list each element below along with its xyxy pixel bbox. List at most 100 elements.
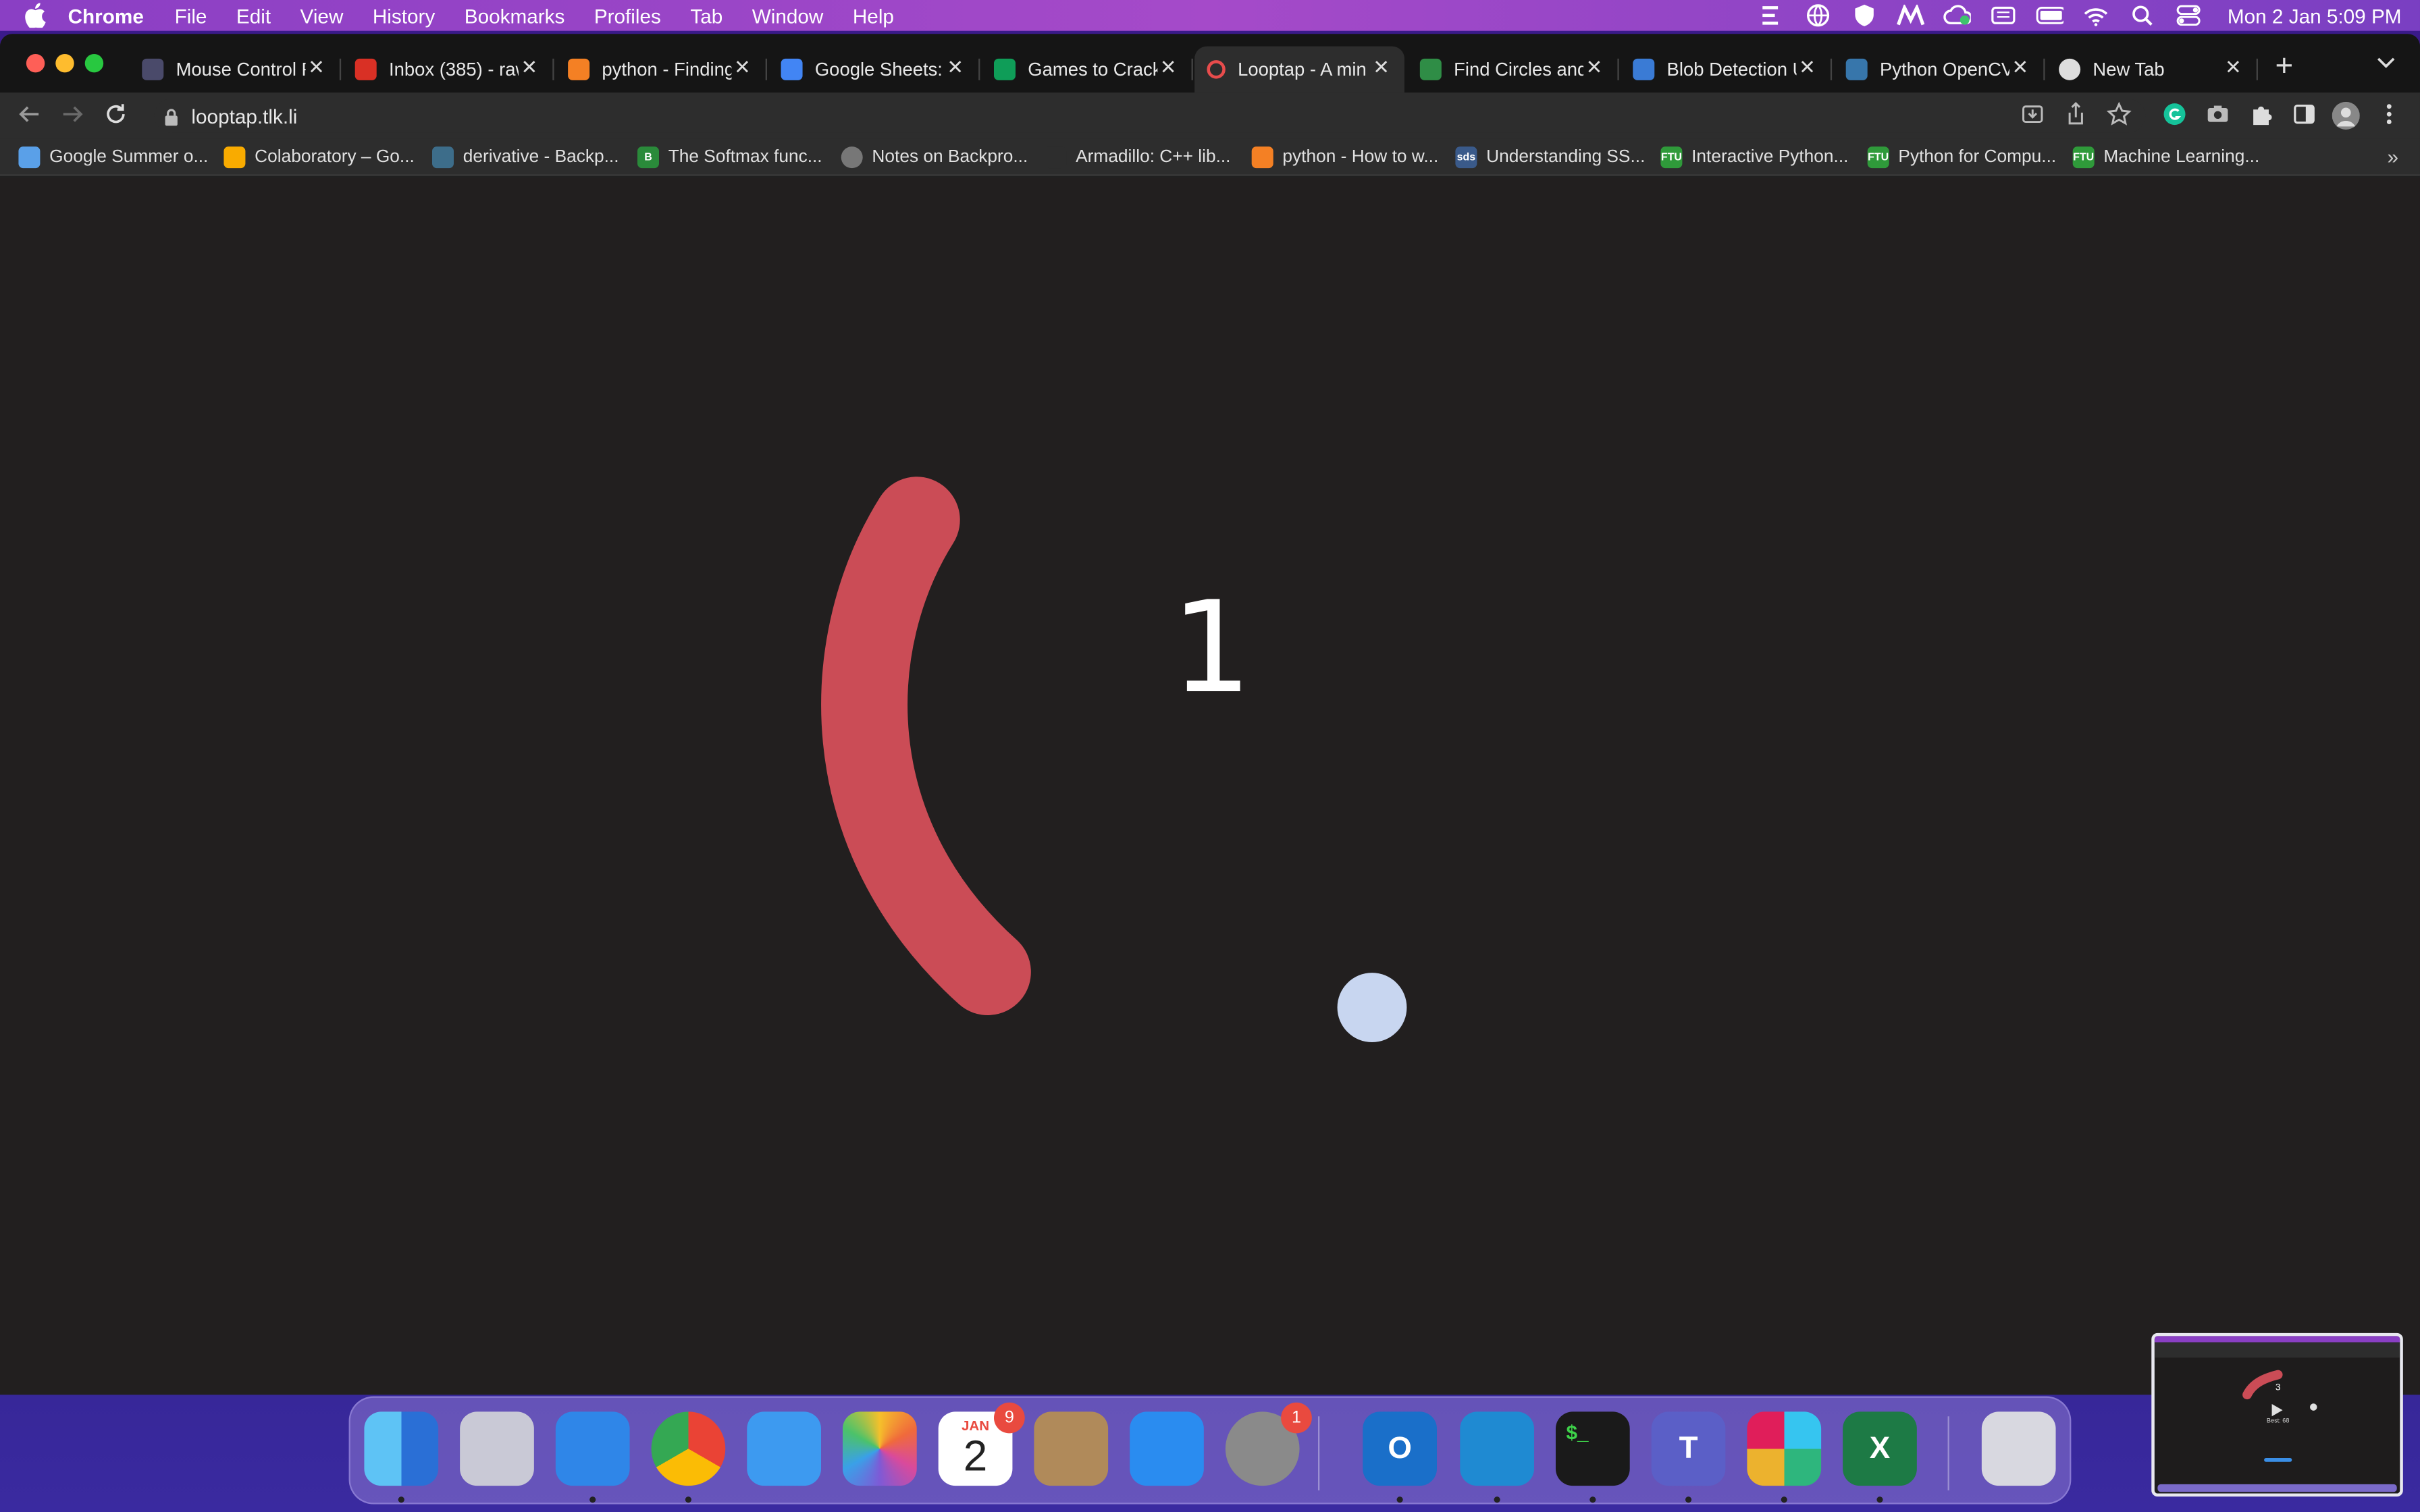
terminal-icon[interactable]: $_: [1555, 1411, 1630, 1486]
tab-close-icon[interactable]: ✕: [1583, 56, 1605, 79]
browser-toolbar: looptap.tlk.li: [0, 92, 2420, 139]
photos-icon[interactable]: [842, 1411, 917, 1486]
bookmark-item[interactable]: FTU Machine Learning...: [2072, 145, 2259, 170]
bookmark-item[interactable]: B The Softmax func...: [637, 145, 822, 170]
tab-close-icon[interactable]: ✕: [306, 56, 327, 79]
tab-8[interactable]: Blob Detection U ✕: [1621, 47, 1833, 93]
tab-close-icon[interactable]: ✕: [2222, 56, 2244, 79]
menu-tab[interactable]: Tab: [690, 4, 722, 27]
trash-icon[interactable]: [1981, 1411, 2056, 1486]
looptap-game-area[interactable]: 1: [0, 177, 2420, 1395]
malwarebytes-icon[interactable]: [1897, 4, 1925, 26]
bookmarks-overflow-icon[interactable]: »: [2387, 145, 2398, 168]
slack-icon[interactable]: [1747, 1411, 1822, 1486]
bookmark-item[interactable]: FTU Interactive Python...: [1660, 145, 1848, 170]
tab-close-icon[interactable]: ✕: [2009, 56, 2031, 79]
bookmark-item[interactable]: Notes on Backpro...: [841, 145, 1028, 170]
tab-close-icon[interactable]: ✕: [731, 56, 753, 79]
tab-2[interactable]: Inbox (385) - raw ✕: [342, 47, 554, 93]
excel-icon[interactable]: X: [1843, 1411, 1917, 1486]
document-icon: [142, 58, 164, 80]
close-window-button[interactable]: [26, 53, 45, 73]
tab-9[interactable]: Python OpenCV ✕: [1833, 47, 2045, 93]
chrome-menu-icon[interactable]: [2375, 102, 2403, 130]
chrome-icon[interactable]: [651, 1411, 726, 1486]
bookmark-item[interactable]: Colaboratory – Go...: [223, 145, 415, 170]
tab-3[interactable]: python - Finding ✕: [556, 47, 767, 93]
contacts-icon[interactable]: [1034, 1411, 1109, 1486]
profile-avatar[interactable]: [2332, 101, 2360, 130]
menu-window[interactable]: Window: [752, 4, 824, 27]
new-tab-button[interactable]: +: [2269, 51, 2300, 84]
cloud-sync-icon[interactable]: [1943, 5, 1972, 26]
launchpad-icon[interactable]: [460, 1411, 534, 1486]
bookmark-star-icon[interactable]: [2105, 101, 2133, 130]
extensions-puzzle-icon[interactable]: [2247, 102, 2275, 130]
lock-icon[interactable]: [163, 107, 179, 126]
dock: JAN 2 9 1 O $_ T X: [348, 1396, 2072, 1505]
status-app-icon[interactable]: [1758, 5, 1786, 26]
bookmark-item[interactable]: Armadillo: C++ lib...: [1045, 145, 1231, 170]
tab-close-icon[interactable]: ✕: [519, 56, 540, 79]
side-panel-icon[interactable]: [2290, 102, 2318, 130]
spotlight-search-icon[interactable]: [2129, 5, 2157, 26]
bookmark-item[interactable]: FTU Python for Compu...: [1867, 145, 2056, 170]
tab-10[interactable]: New Tab ✕: [2047, 47, 2258, 93]
vscode-icon[interactable]: [1460, 1411, 1534, 1486]
colab-icon: [223, 146, 246, 169]
tab-5[interactable]: Games to Crack ✕: [982, 47, 1193, 93]
address-bar[interactable]: looptap.tlk.li: [154, 99, 2146, 133]
safari-icon[interactable]: [555, 1411, 630, 1486]
game-canvas[interactable]: [0, 178, 2420, 1395]
bookmark-item[interactable]: sds Understanding SS...: [1455, 145, 1645, 170]
screenshot-camera-icon[interactable]: [2204, 102, 2232, 130]
tab-4[interactable]: Google Sheets: C✕: [768, 47, 980, 93]
tab-7[interactable]: Find Circles and ✕: [1408, 47, 1619, 93]
bookmark-item[interactable]: derivative - Backp...: [431, 145, 619, 170]
teams-icon[interactable]: T: [1651, 1411, 1726, 1486]
thumbnail-dock: [2157, 1484, 2397, 1492]
back-button[interactable]: [16, 102, 43, 130]
screenshot-thumbnail[interactable]: 3 Best: 68: [2151, 1332, 2403, 1497]
zoom-window-button[interactable]: [84, 53, 104, 73]
app-store-icon[interactable]: [1130, 1411, 1204, 1486]
finder-icon[interactable]: [364, 1411, 439, 1486]
bookmark-item[interactable]: Google Summer o...: [18, 145, 208, 170]
globe-status-icon[interactable]: [1805, 4, 1833, 27]
tab-close-icon[interactable]: ✕: [1157, 56, 1179, 79]
grammarly-icon[interactable]: [2161, 102, 2188, 130]
tab-close-icon[interactable]: ✕: [1371, 56, 1392, 79]
wifi-icon[interactable]: [2082, 5, 2110, 26]
battery-icon[interactable]: [2036, 5, 2064, 26]
menu-file[interactable]: File: [175, 4, 207, 27]
apple-icon[interactable]: [25, 3, 47, 28]
control-center-icon[interactable]: [2175, 5, 2203, 26]
tab-separator: [1191, 58, 1193, 80]
tab-search-icon[interactable]: [2373, 55, 2398, 80]
menu-help[interactable]: Help: [853, 4, 894, 27]
install-app-icon[interactable]: [2019, 102, 2047, 130]
window-status-icon[interactable]: [1990, 5, 2018, 26]
calendar-icon[interactable]: JAN 2 9: [938, 1402, 1025, 1486]
url-text[interactable]: looptap.tlk.li: [191, 104, 297, 127]
forward-button[interactable]: [59, 102, 86, 130]
menu-history[interactable]: History: [373, 4, 435, 27]
menu-edit[interactable]: Edit: [236, 4, 271, 27]
tab-close-icon[interactable]: ✕: [1797, 56, 1818, 79]
menu-view[interactable]: View: [300, 4, 344, 27]
outlook-icon[interactable]: O: [1363, 1411, 1437, 1486]
minimize-window-button[interactable]: [55, 53, 74, 73]
bookmark-item[interactable]: python - How to w...: [1251, 145, 1438, 170]
menu-profiles[interactable]: Profiles: [594, 4, 661, 27]
reload-button[interactable]: [102, 102, 130, 130]
menu-app-name[interactable]: Chrome: [68, 4, 144, 27]
menu-bookmarks[interactable]: Bookmarks: [465, 4, 565, 27]
tab-1[interactable]: Mouse Control F ✕: [130, 47, 342, 93]
mail-icon[interactable]: [747, 1411, 821, 1486]
tab-6[interactable]: Looptap - A mini ✕: [1194, 46, 1404, 93]
tab-close-icon[interactable]: ✕: [945, 56, 966, 79]
share-icon[interactable]: [2062, 102, 2090, 130]
clock[interactable]: Mon 2 Jan 5:09 PM: [2228, 4, 2402, 27]
shield-status-icon[interactable]: [1851, 4, 1878, 26]
system-preferences-icon[interactable]: 1: [1225, 1402, 1312, 1486]
